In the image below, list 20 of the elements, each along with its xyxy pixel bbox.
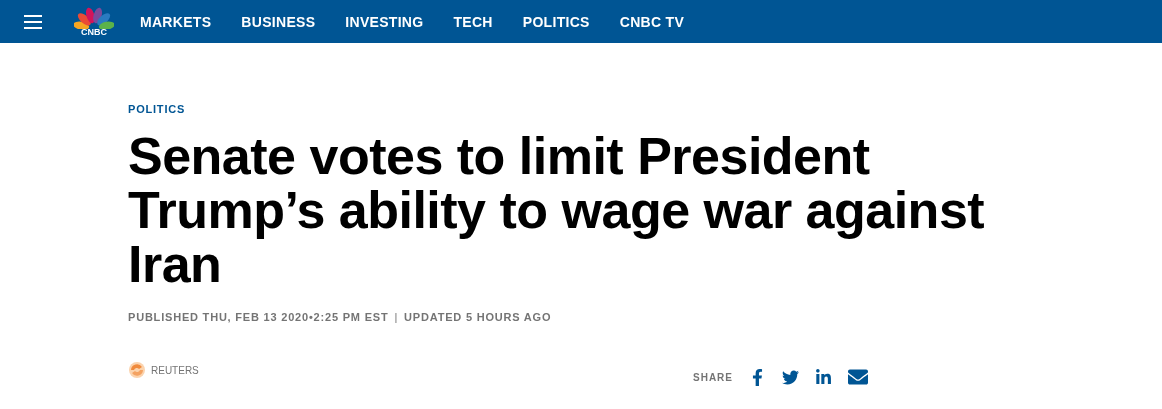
nav-link[interactable]: INVESTING (345, 13, 424, 30)
nav-link[interactable]: BUSINESS (241, 13, 316, 30)
nav-link[interactable]: MARKETS (140, 13, 212, 30)
headline: Senate votes to limit President Trump’s ability to wage war against Iran (128, 129, 986, 291)
share-label: SHARE (693, 371, 733, 383)
nav-link[interactable]: TECH (453, 13, 493, 30)
published-date: PUBLISHED THU, FEB 13 2020•2:25 PM EST (128, 311, 389, 323)
separator-text: | (394, 311, 399, 323)
menu-icon[interactable] (24, 14, 42, 29)
nav-link[interactable]: CNBC TV (619, 13, 685, 30)
nav-link[interactable]: POLITICS (522, 13, 590, 30)
twitter-icon[interactable] (782, 368, 799, 386)
email-icon[interactable] (848, 367, 868, 387)
source-logo-icon (128, 361, 146, 379)
linkedin-icon[interactable] (815, 368, 832, 386)
peacock-icon (74, 6, 114, 29)
logo-text: CNBC (81, 27, 107, 37)
section-link[interactable]: POLITICS (128, 103, 186, 115)
source-name: REUTERS (151, 364, 199, 376)
updated-time: UPDATED 5 HOURS AGO (404, 311, 552, 323)
